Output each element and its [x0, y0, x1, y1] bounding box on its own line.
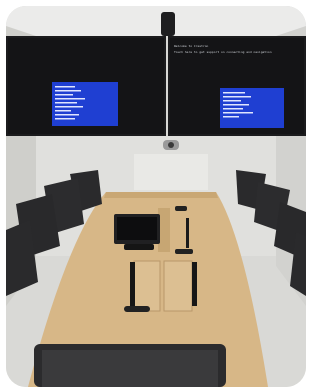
cable-slot-left	[130, 262, 135, 306]
right-tv-line-1: Welcome to Crestron	[174, 44, 209, 48]
ceiling-wall	[6, 6, 306, 36]
table-puck-mid	[175, 249, 193, 254]
table-panel-left	[133, 260, 161, 312]
photo-frame: Welcome to Crestron Touch here to get su…	[0, 0, 312, 392]
ceiling-speaker	[161, 12, 175, 36]
table-puck-left	[124, 306, 150, 312]
front-chair-mesh	[42, 350, 218, 387]
right-tv-line-2: Touch here to get support on connecting …	[174, 50, 272, 54]
touch-panel-base	[124, 244, 154, 250]
cable-slot-back	[186, 218, 189, 248]
conference-room-photo: Welcome to Crestron Touch here to get su…	[6, 6, 306, 387]
cable-slot-right	[192, 262, 197, 306]
conference-room-scene: Welcome to Crestron Touch here to get su…	[6, 6, 306, 387]
camera-lens	[168, 142, 174, 148]
credenza	[134, 154, 208, 190]
table-panel-right	[163, 260, 193, 312]
table-puck-back	[175, 206, 187, 211]
touch-panel-screen	[117, 217, 157, 240]
table-edge	[104, 192, 218, 198]
